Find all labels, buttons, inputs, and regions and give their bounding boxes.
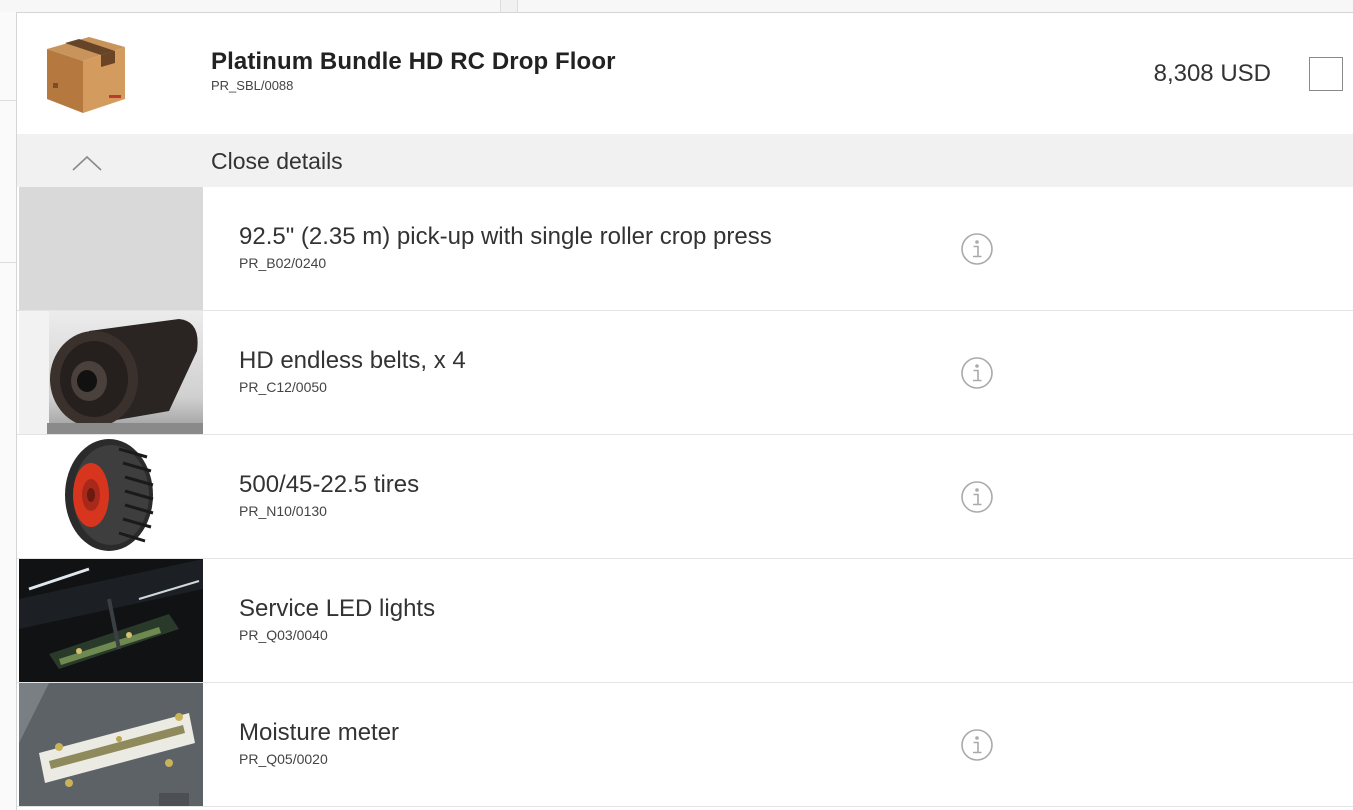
moisture-sensor-illustration <box>19 683 203 806</box>
item-thumbnail-placeholder <box>19 187 203 310</box>
item-code: PR_Q05/0020 <box>239 751 328 767</box>
item-name: 92.5" (2.35 m) pick-up with single rolle… <box>239 223 772 250</box>
info-icon[interactable] <box>960 480 994 514</box>
info-icon[interactable] <box>960 356 994 390</box>
background-top-strip <box>0 0 1353 12</box>
item-code: PR_B02/0240 <box>239 255 327 271</box>
belt-roll-illustration <box>19 311 203 434</box>
belt-roll-image <box>19 311 203 434</box>
list-item: HD endless belts, x 4 PR_C12/0050 <box>17 311 1353 435</box>
info-icon[interactable] <box>960 728 994 762</box>
item-code: PR_N10/0130 <box>239 503 327 519</box>
item-code: PR_C12/0050 <box>239 379 327 395</box>
bundle-header-row[interactable]: Platinum Bundle HD RC Drop Floor PR_SBL/… <box>17 13 1353 134</box>
product-title: Platinum Bundle HD RC Drop Floor <box>211 48 616 75</box>
item-name: Service LED lights <box>239 595 436 622</box>
cardboard-box-icon <box>47 37 125 113</box>
item-text: HD endless belts, x 4 PR_C12/0050 <box>239 347 466 395</box>
select-bundle-checkbox[interactable] <box>1309 57 1343 91</box>
tire-image <box>19 435 203 558</box>
close-details-label: Close details <box>211 148 343 174</box>
moisture-sensor-image <box>19 683 203 806</box>
tire-illustration <box>65 439 154 551</box>
chevron-up-icon <box>72 155 102 171</box>
close-details-bar[interactable]: Close details <box>17 134 1353 187</box>
item-name: HD endless belts, x 4 <box>239 347 466 374</box>
item-text: 500/45-22.5 tires PR_N10/0130 <box>239 471 419 519</box>
divider <box>0 100 16 101</box>
info-icon[interactable] <box>960 232 994 266</box>
background-scrollbar-fragment <box>500 0 518 12</box>
item-name: 500/45-22.5 tires <box>239 471 420 498</box>
item-text: Moisture meter PR_Q05/0020 <box>239 719 399 767</box>
product-bundle-panel: Platinum Bundle HD RC Drop Floor PR_SBL/… <box>16 12 1353 810</box>
bundle-header-text: Platinum Bundle HD RC Drop Floor PR_SBL/… <box>211 48 616 93</box>
led-lights-image <box>19 559 203 682</box>
list-item: 500/45-22.5 tires PR_N10/0130 <box>17 435 1353 559</box>
item-code: PR_Q03/0040 <box>239 627 328 643</box>
background-left-strip <box>0 12 16 810</box>
list-item: Moisture meter PR_Q05/0020 <box>17 683 1353 807</box>
divider <box>0 262 16 263</box>
list-item: 92.5" (2.35 m) pick-up with single rolle… <box>17 187 1353 311</box>
list-item: Service LED lights PR_Q03/0040 <box>17 559 1353 683</box>
product-code: PR_SBL/0088 <box>211 78 294 93</box>
led-lights-illustration <box>19 559 203 682</box>
item-text: 92.5" (2.35 m) pick-up with single rolle… <box>239 223 772 271</box>
item-text: Service LED lights PR_Q03/0040 <box>239 595 435 643</box>
item-name: Moisture meter <box>239 719 400 746</box>
product-price: 8,308 USD <box>1153 60 1271 87</box>
